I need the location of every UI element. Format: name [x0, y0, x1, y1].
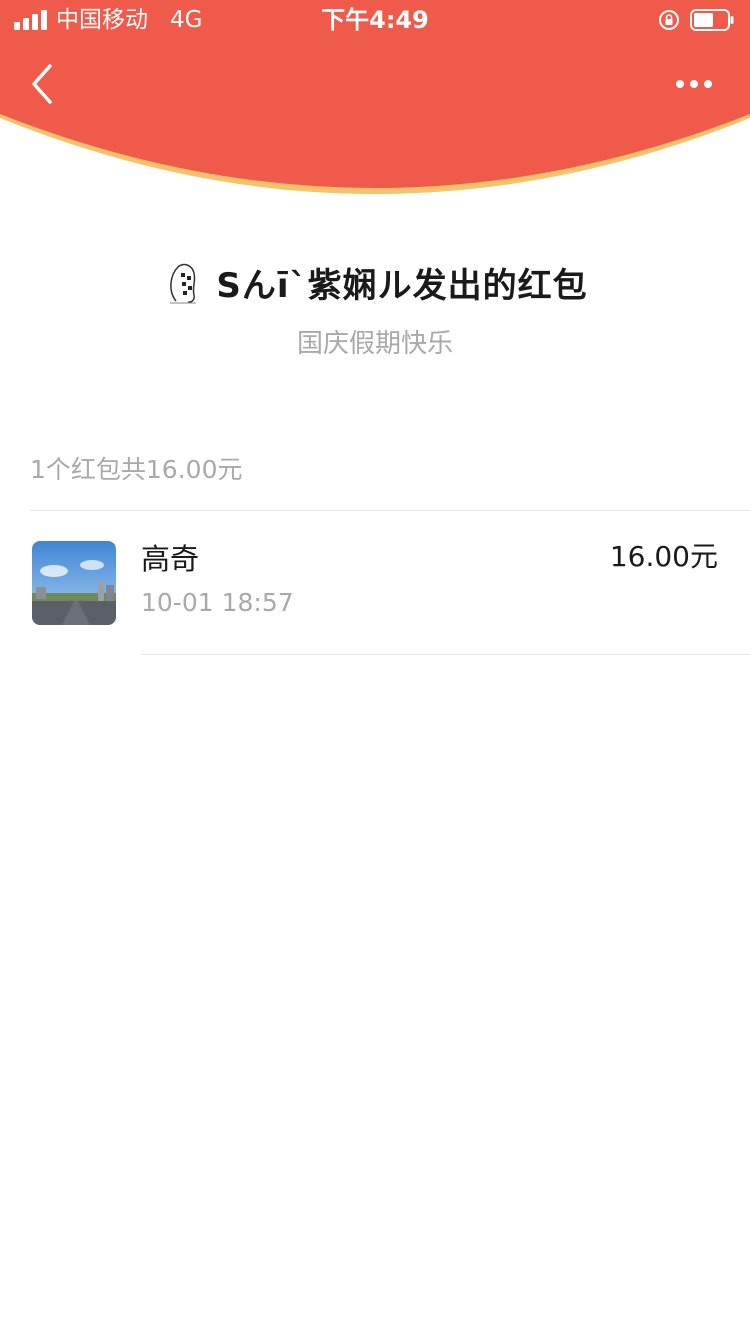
rotation-lock-icon	[659, 10, 679, 30]
packet-summary: 1个红包共16.00元	[30, 455, 243, 484]
battery-icon	[690, 9, 734, 31]
recipient-name: 高奇	[141, 542, 200, 576]
back-button[interactable]	[24, 62, 64, 106]
sender-title: Sんī`紫娴ル发出的红包	[216, 266, 588, 306]
status-time: 下午4:49	[321, 6, 429, 34]
more-options-button[interactable]	[668, 66, 720, 102]
greeting-message: 国庆假期快乐	[296, 329, 453, 359]
red-packet-detail-page: 中国移动 4G 下午4:49 Sんī`紫娴ル发出的红包 国庆假期快乐 1个红包共…	[0, 0, 750, 1334]
status-bar: 中国移动 4G 下午4:49	[0, 0, 750, 40]
list-item[interactable]: 高奇 10-01 18:57 16.00元	[0, 511, 750, 654]
more-dots-icon	[676, 80, 712, 88]
chevron-left-icon	[32, 64, 52, 104]
avatar	[32, 541, 116, 625]
sender-avatar	[170, 263, 197, 303]
sender-info: Sんī`紫娴ル发出的红包	[0, 258, 750, 310]
received-time: 10-01 18:57	[141, 588, 294, 617]
divider	[141, 654, 750, 655]
received-amount: 16.00元	[609, 540, 718, 573]
